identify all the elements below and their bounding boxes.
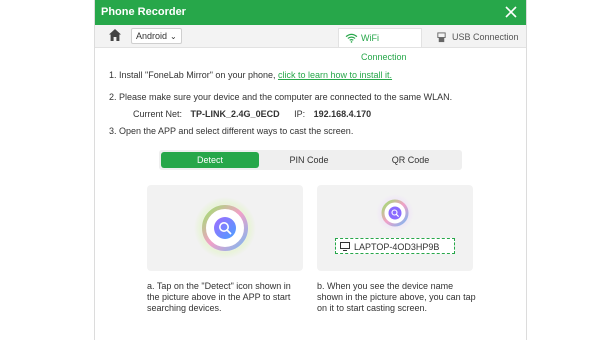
detect-search-icon xyxy=(194,197,256,259)
current-network: Current Net: TP-LINK_2.4G_0ECD IP: 192.1… xyxy=(133,109,383,119)
detected-device-item[interactable]: LAPTOP-4OD3HP9B xyxy=(335,238,455,254)
detect-illustration-panel xyxy=(147,185,303,271)
home-icon[interactable] xyxy=(108,28,122,42)
step-3: 3. Open the APP and select different way… xyxy=(109,126,354,136)
monitor-icon xyxy=(340,242,350,251)
os-select-value: Android xyxy=(136,31,168,41)
title-bar: Phone Recorder xyxy=(95,0,526,25)
step-2: 2. Please make sure your device and the … xyxy=(109,92,453,102)
tab-wifi-label: WiFi Connection xyxy=(361,33,407,62)
tab-usb-connection[interactable]: USB Connection xyxy=(430,28,520,47)
device-illustration-panel: LAPTOP-4OD3HP9B xyxy=(317,185,473,271)
pin-code-button[interactable]: PIN Code xyxy=(259,150,359,170)
tab-usb-label: USB Connection xyxy=(452,32,519,42)
step-1-text: 1. Install "FoneLab Mirror" on your phon… xyxy=(109,70,276,80)
tab-wifi-connection[interactable]: WiFi Connection xyxy=(338,28,422,62)
device-name: LAPTOP-4OD3HP9B xyxy=(354,242,440,252)
detect-button[interactable]: Detect xyxy=(161,152,259,168)
qr-code-button[interactable]: QR Code xyxy=(359,150,462,170)
cast-method-selector: Detect PIN Code QR Code xyxy=(159,150,462,170)
os-select[interactable]: Android ⌄ xyxy=(131,28,182,44)
toolbar: Android ⌄ WiFi Connection USB Connection xyxy=(95,25,526,62)
window-title: Phone Recorder xyxy=(101,6,186,18)
ip-value: 192.168.4.170 xyxy=(313,109,372,119)
phone-recorder-window: Phone Recorder Android⌄ WiFi Connection xyxy=(94,0,527,340)
caption-detect: a. Tap on the "Detect" icon shown in the… xyxy=(147,281,291,313)
usb-icon xyxy=(437,32,446,43)
step-1: 1. Install "FoneLab Mirror" on your phon… xyxy=(109,70,392,80)
close-icon[interactable] xyxy=(502,3,520,21)
chevron-down-icon: ⌄ xyxy=(170,32,177,41)
ip-label: IP: xyxy=(294,109,306,119)
current-net-value: TP-LINK_2.4G_0ECD xyxy=(190,109,280,119)
wifi-icon xyxy=(345,33,358,43)
install-guide-link[interactable]: click to learn how to install it. xyxy=(278,70,392,80)
current-net-label: Current Net: xyxy=(133,109,183,119)
casting-icon xyxy=(376,194,414,232)
caption-device: b. When you see the device name shown in… xyxy=(317,281,476,313)
